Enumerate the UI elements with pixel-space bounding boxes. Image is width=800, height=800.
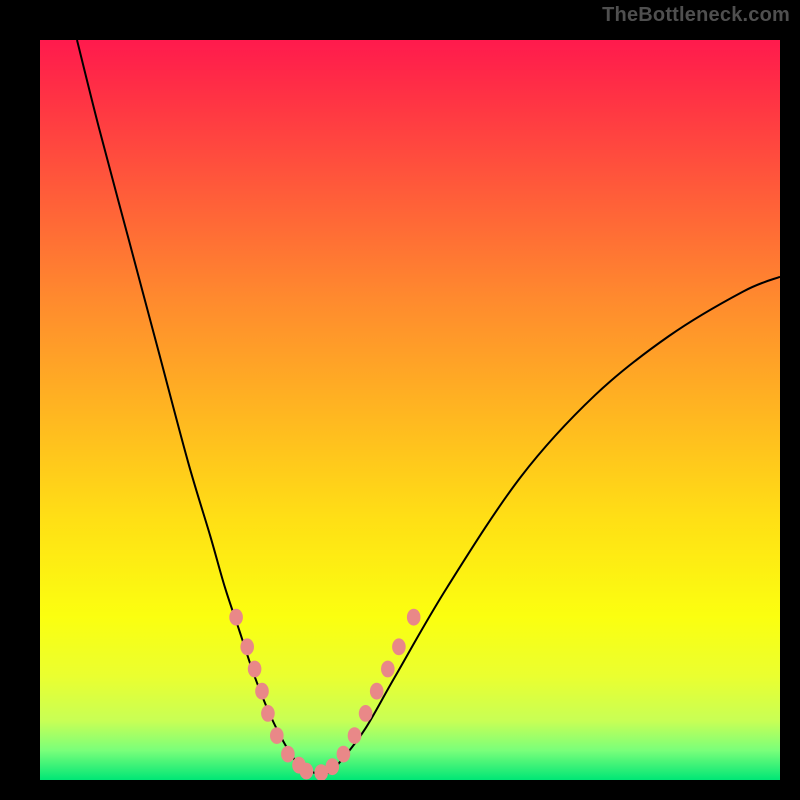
data-marker — [392, 638, 406, 655]
data-marker — [381, 661, 395, 678]
data-marker — [337, 746, 351, 763]
data-marker — [255, 683, 269, 700]
chart-frame: TheBottleneck.com — [0, 0, 800, 800]
data-marker — [326, 758, 340, 775]
data-marker — [348, 727, 362, 744]
data-marker — [270, 727, 284, 744]
plot-area — [40, 40, 780, 780]
data-marker — [281, 746, 295, 763]
data-marker — [359, 705, 373, 722]
bottleneck-curve — [77, 40, 780, 774]
data-marker — [370, 683, 384, 700]
data-marker — [229, 609, 243, 626]
data-marker — [261, 705, 275, 722]
chart-svg — [40, 40, 780, 780]
data-marker — [300, 763, 314, 780]
data-marker — [240, 638, 254, 655]
attribution-text: TheBottleneck.com — [602, 4, 790, 27]
marker-group — [229, 609, 420, 780]
data-marker — [248, 661, 262, 678]
data-marker — [407, 609, 421, 626]
